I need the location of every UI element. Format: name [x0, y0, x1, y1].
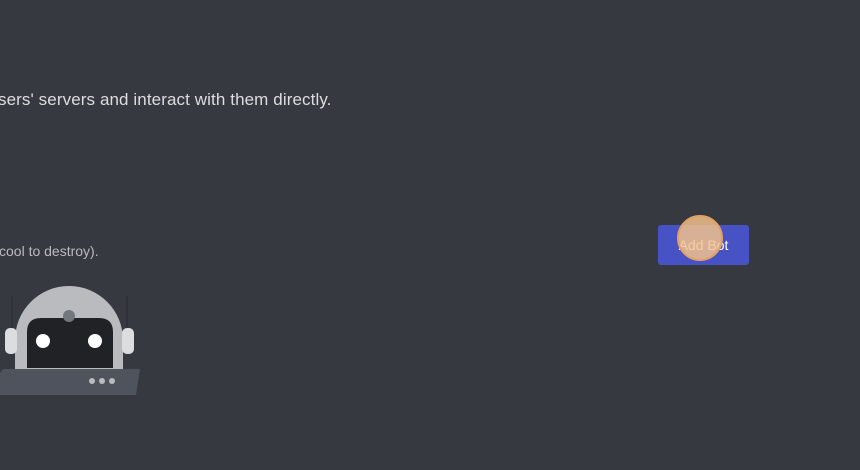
- add-bot-button[interactable]: Add Bot: [658, 225, 749, 265]
- bot-warning-note: cool to destroy).: [0, 243, 99, 259]
- robot-icon: [0, 286, 140, 395]
- robot-illustration: [0, 278, 145, 403]
- bot-description-text: sers' servers and interact with them dir…: [0, 90, 332, 109]
